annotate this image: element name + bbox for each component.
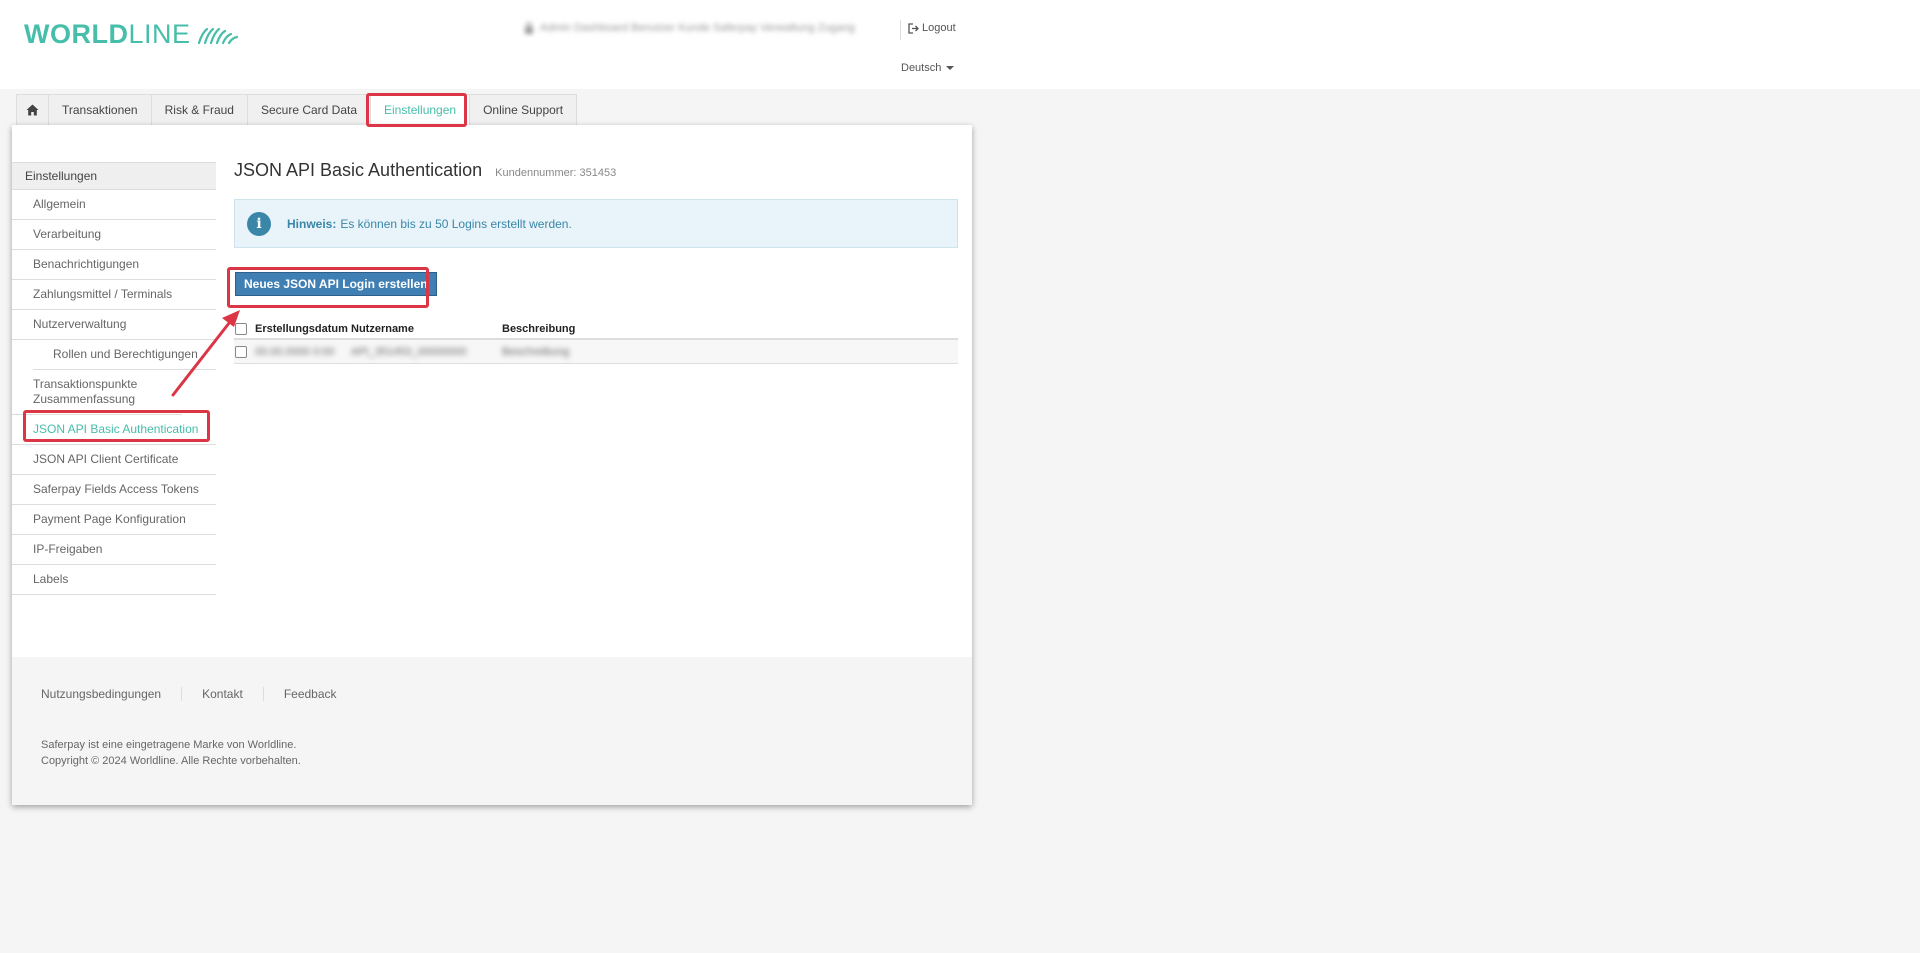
sidebar-item-ip-freigaben[interactable]: IP-Freigaben <box>12 535 216 565</box>
table-row[interactable]: 00.00.0000 0:00 API_351453_00000000 Besc… <box>234 340 958 364</box>
logout-icon <box>908 22 919 34</box>
info-alert: i Hinweis: Es können bis zu 50 Logins er… <box>234 199 958 248</box>
logins-table: Erstellungsdatum Nutzername Beschreibung… <box>234 320 958 364</box>
language-label: Deutsch <box>901 62 942 74</box>
alert-text: Es können bis zu 50 Logins erstellt werd… <box>340 216 572 231</box>
sidebar-item-json-api-client-cert[interactable]: JSON API Client Certificate <box>12 445 216 475</box>
header-nutzername[interactable]: Nutzername <box>351 323 502 335</box>
lock-icon <box>525 22 533 34</box>
footer-links: Nutzungsbedingungen Kontakt Feedback <box>41 687 357 701</box>
header-divider <box>900 20 901 40</box>
header-beschreibung[interactable]: Beschreibung <box>502 323 575 335</box>
trademark-text: Saferpay ist eine eingetragene Marke von… <box>41 739 297 751</box>
sidebar-item-payment-page[interactable]: Payment Page Konfiguration <box>12 505 216 535</box>
copyright-text: Copyright © 2024 Worldline. Alle Rechte … <box>41 755 301 767</box>
main-content: JSON API Basic Authentication Kundennumm… <box>234 160 958 364</box>
customer-number: Kundennummer: 351453 <box>495 167 617 179</box>
page-footer: Nutzungsbedingungen Kontakt Feedback Saf… <box>12 657 972 805</box>
user-account-info[interactable]: Admin Dashboard Benutzer Kunde Saferpay … <box>524 22 855 34</box>
logout-link[interactable]: Logout <box>908 22 956 34</box>
sidebar-item-saferpay-fields[interactable]: Saferpay Fields Access Tokens <box>12 475 216 505</box>
tab-online-support[interactable]: Online Support <box>469 94 578 125</box>
user-info-text: Admin Dashboard Benutzer Kunde Saferpay … <box>540 22 855 34</box>
footer-link-nutzungsbedingungen[interactable]: Nutzungsbedingungen <box>41 687 181 701</box>
annotation-arrow <box>171 310 240 397</box>
cell-username: API_351453_00000000 <box>351 345 467 358</box>
logout-label: Logout <box>922 22 956 34</box>
caret-down-icon <box>946 66 955 70</box>
cell-description: Beschreibung <box>502 345 570 358</box>
footer-note: Saferpay ist eine eingetragene Marke von… <box>41 737 301 769</box>
table-header-row: Erstellungsdatum Nutzername Beschreibung <box>234 320 958 340</box>
footer-link-kontakt[interactable]: Kontakt <box>181 687 263 701</box>
footer-link-feedback[interactable]: Feedback <box>262 687 357 701</box>
title-row: JSON API Basic Authentication Kundennumm… <box>234 160 958 181</box>
highlight-einstellungen-tab <box>366 93 467 127</box>
sidebar-item-labels[interactable]: Labels <box>12 565 216 595</box>
language-dropdown[interactable]: Deutsch <box>901 62 955 74</box>
